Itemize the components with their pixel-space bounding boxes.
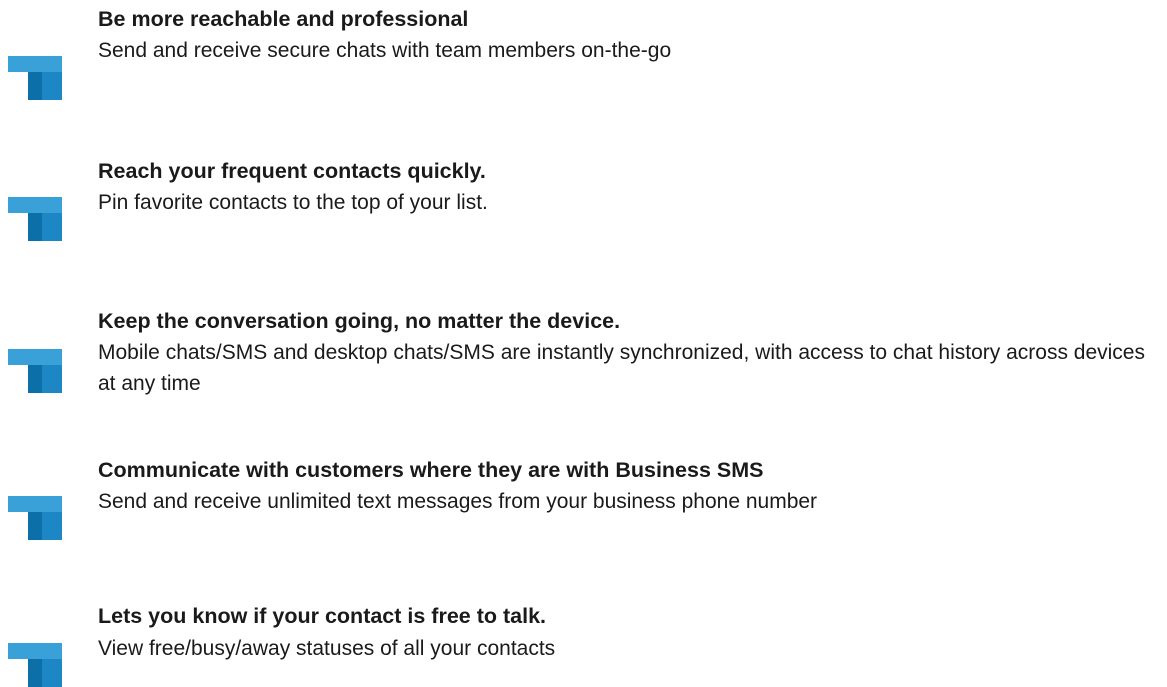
feature-title: Keep the conversation going, no matter t… (98, 309, 621, 333)
feature-title: Be more reachable and professional (98, 7, 469, 31)
feature-description: Send and receive unlimited text messages… (98, 490, 818, 513)
feature-description: Send and receive secure chats with team … (98, 39, 672, 62)
feature-title: Communicate with customers where they ar… (98, 458, 764, 482)
feature-title: Lets you know if your contact is free to… (98, 604, 547, 628)
feature-description: View free/busy/away statuses of all your… (98, 637, 556, 660)
brand-corner-icon (8, 643, 62, 687)
feature-description: Mobile chats/SMS and desktop chats/SMS a… (98, 341, 1145, 395)
brand-corner-icon (8, 496, 62, 540)
brand-corner-icon (8, 197, 62, 241)
feature-description: Pin favorite contacts to the top of your… (98, 191, 488, 214)
brand-corner-icon (8, 56, 62, 100)
brand-corner-icon (8, 349, 62, 393)
feature-title: Reach your frequent contacts quickly. (98, 159, 486, 183)
